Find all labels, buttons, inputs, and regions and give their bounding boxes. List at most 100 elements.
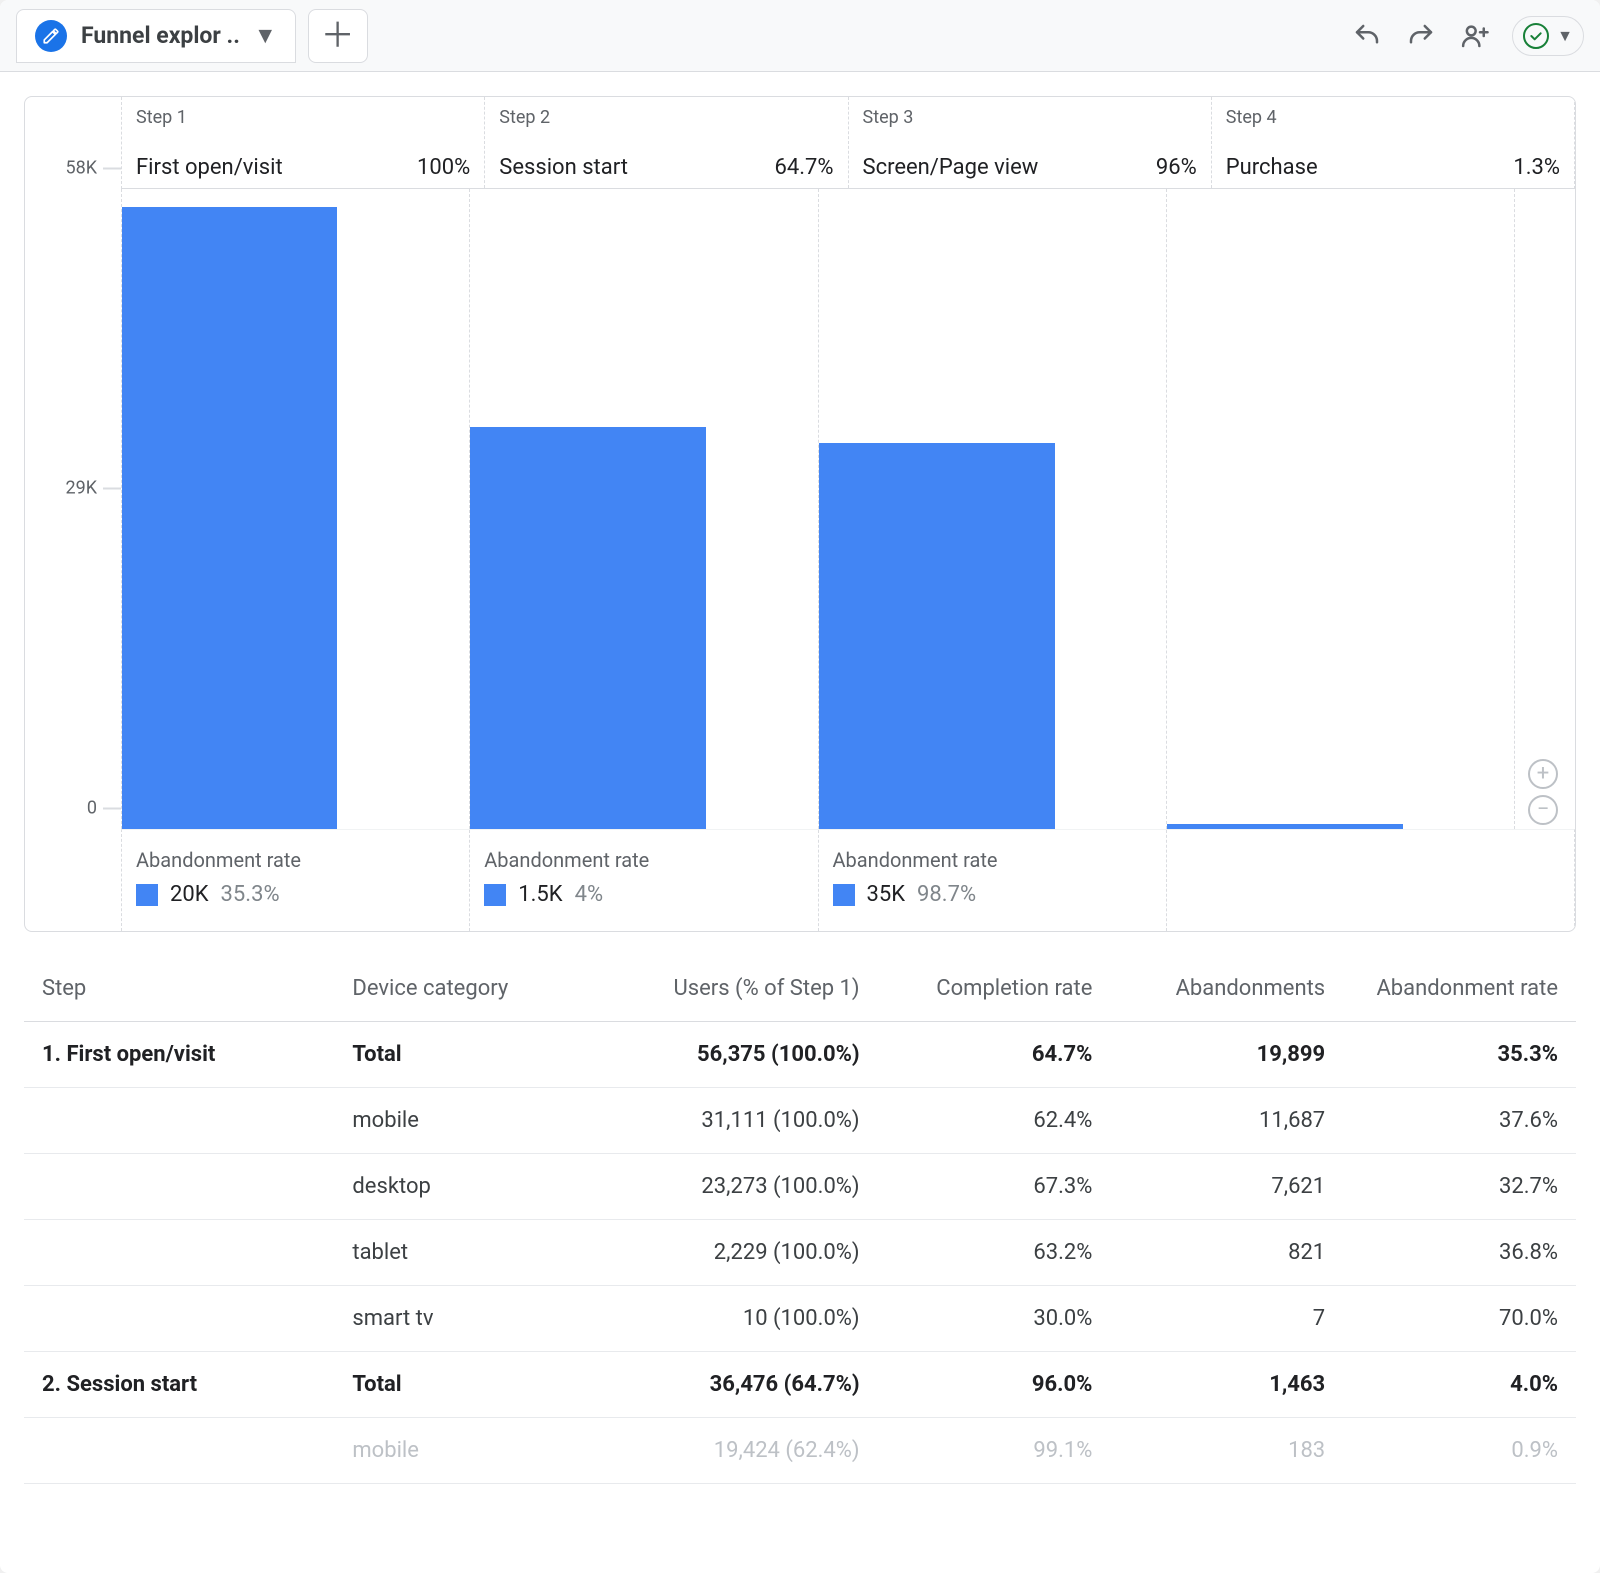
step-name: Session start xyxy=(499,155,628,180)
bar[interactable] xyxy=(1167,824,1403,829)
step-header-cell[interactable]: Step 1 First open/visit 100% xyxy=(122,97,485,188)
cell-step xyxy=(24,1088,334,1154)
abandonment-cell: Abandonment rate 35K 98.7% xyxy=(819,830,1167,931)
cell-aband-rate: 36.8% xyxy=(1343,1220,1576,1286)
cell-step: 1. First open/visit xyxy=(24,1022,334,1088)
toolbar: Funnel explor .. ▼ ＋ ▼ xyxy=(0,0,1600,72)
cell-completion: 64.7% xyxy=(878,1022,1111,1088)
abandonment-title: Abandonment rate xyxy=(484,848,803,872)
th-completion[interactable]: Completion rate xyxy=(878,956,1111,1022)
chart: 58K29K0 + − xyxy=(25,189,1575,829)
toolbar-actions: ▼ xyxy=(1350,16,1584,56)
cell-aband-rate: 0.9% xyxy=(1343,1418,1576,1484)
cell-aband-rate: 4.0% xyxy=(1343,1352,1576,1418)
share-person-icon[interactable] xyxy=(1458,19,1492,53)
th-aband-rate[interactable]: Abandonment rate xyxy=(1343,956,1576,1022)
abandonment-count: 20K xyxy=(170,882,209,907)
plot-area: + − xyxy=(121,189,1515,829)
abandonment-cell xyxy=(1167,830,1514,931)
cell-abandonments: 1,463 xyxy=(1110,1352,1343,1418)
table-row[interactable]: desktop23,273 (100.0%)67.3%7,62132.7% xyxy=(24,1154,1576,1220)
cell-step xyxy=(24,1418,334,1484)
breakdown-table: Step Device category Users (% of Step 1)… xyxy=(24,956,1576,1484)
cell-device: Total xyxy=(334,1352,598,1418)
cell-abandonments: 821 xyxy=(1110,1220,1343,1286)
series-swatch xyxy=(484,884,506,906)
step-number: Step 3 xyxy=(863,107,1197,128)
cell-completion: 30.0% xyxy=(878,1286,1111,1352)
zoom-in-button[interactable]: + xyxy=(1528,759,1558,789)
plot-column xyxy=(819,189,1167,829)
table-header-row: Step Device category Users (% of Step 1)… xyxy=(24,956,1576,1022)
step-header-cell[interactable]: Step 3Screen/Page view96% xyxy=(849,97,1212,188)
abandonment-title: Abandonment rate xyxy=(833,848,1152,872)
cell-abandonments: 7 xyxy=(1110,1286,1343,1352)
table-row[interactable]: mobile31,111 (100.0%)62.4%11,68737.6% xyxy=(24,1088,1576,1154)
bar[interactable] xyxy=(819,443,1055,829)
status-pill[interactable]: ▼ xyxy=(1512,16,1584,56)
cell-aband-rate: 35.3% xyxy=(1343,1022,1576,1088)
table-row[interactable]: 1. First open/visitTotal56,375 (100.0%)6… xyxy=(24,1022,1576,1088)
th-device[interactable]: Device category xyxy=(334,956,598,1022)
table-row[interactable]: 2. Session startTotal36,476 (64.7%)96.0%… xyxy=(24,1352,1576,1418)
abandonment-count: 1.5K xyxy=(518,882,562,907)
step-name: First open/visit xyxy=(136,155,283,180)
step-header: Step 1 First open/visit 100% Step 2 Session … xyxy=(121,97,1575,189)
undo-icon[interactable] xyxy=(1350,19,1384,53)
cell-aband-rate: 37.6% xyxy=(1343,1088,1576,1154)
cell-device: tablet xyxy=(334,1220,598,1286)
y-axis: 58K29K0 xyxy=(25,189,121,829)
step-name: Purchase xyxy=(1226,155,1318,180)
caret-down-icon: ▼ xyxy=(1557,26,1573,46)
cell-device: desktop xyxy=(334,1154,598,1220)
abandonment-cell: Abandonment rate20K35.3% xyxy=(122,830,470,931)
abandonment-pct: 98.7% xyxy=(917,882,976,907)
table-row[interactable]: smart tv10 (100.0%)30.0%770.0% xyxy=(24,1286,1576,1352)
step-pct: 100% xyxy=(417,155,470,180)
bar[interactable] xyxy=(470,427,706,829)
cell-abandonments: 11,687 xyxy=(1110,1088,1343,1154)
step-name: Screen/Page view xyxy=(863,155,1039,180)
pencil-icon xyxy=(35,20,67,52)
cell-step xyxy=(24,1286,334,1352)
step-number: Step 1 xyxy=(136,107,470,128)
y-tick: 58K xyxy=(65,158,97,179)
plot-column xyxy=(470,189,818,829)
cell-abandonments: 183 xyxy=(1110,1418,1343,1484)
tabstrip: Funnel explor .. ▼ ＋ xyxy=(16,9,368,63)
abandonment-cell: Abandonment rate 1.5K 4% xyxy=(470,830,818,931)
bar[interactable] xyxy=(122,207,337,829)
th-users[interactable]: Users (% of Step 1) xyxy=(598,956,877,1022)
cell-completion: 96.0% xyxy=(878,1352,1111,1418)
cell-device: mobile xyxy=(334,1088,598,1154)
cell-users: 31,111 (100.0%) xyxy=(598,1088,877,1154)
redo-icon[interactable] xyxy=(1404,19,1438,53)
tab-label: Funnel explor .. xyxy=(81,22,240,49)
step-header-cell[interactable]: Step 2Session start64.7% xyxy=(485,97,848,188)
th-abandonments[interactable]: Abandonments xyxy=(1110,956,1343,1022)
cell-step: 2. Session start xyxy=(24,1352,334,1418)
add-tab-button[interactable]: ＋ xyxy=(308,9,368,63)
zoom-out-button[interactable]: − xyxy=(1528,795,1558,825)
table-row[interactable]: mobile19,424 (62.4%)99.1%1830.9% xyxy=(24,1418,1576,1484)
funnel-card: Step 1 First open/visit 100% Step 2 Session … xyxy=(24,96,1576,932)
plot-column xyxy=(122,189,470,829)
abandonment-count: 35K xyxy=(867,882,906,907)
th-step[interactable]: Step xyxy=(24,956,334,1022)
cell-users: 19,424 (62.4%) xyxy=(598,1418,877,1484)
table-row[interactable]: tablet2,229 (100.0%)63.2%82136.8% xyxy=(24,1220,1576,1286)
step-pct: 1.3% xyxy=(1513,155,1560,180)
series-swatch xyxy=(136,884,158,906)
cell-completion: 62.4% xyxy=(878,1088,1111,1154)
step-number: Step 2 xyxy=(499,107,833,128)
step-header-cell[interactable]: Step 4Purchase1.3% xyxy=(1212,97,1574,188)
cell-abandonments: 19,899 xyxy=(1110,1022,1343,1088)
abandonment-pct: 4% xyxy=(575,882,603,907)
cell-device: smart tv xyxy=(334,1286,598,1352)
cell-aband-rate: 32.7% xyxy=(1343,1154,1576,1220)
cell-device: Total xyxy=(334,1022,598,1088)
tab-funnel-exploration[interactable]: Funnel explor .. ▼ xyxy=(16,9,296,63)
cell-users: 56,375 (100.0%) xyxy=(598,1022,877,1088)
abandonment-row: Abandonment rate20K35.3%Abandonment rate… xyxy=(121,829,1575,931)
cell-completion: 63.2% xyxy=(878,1220,1111,1286)
